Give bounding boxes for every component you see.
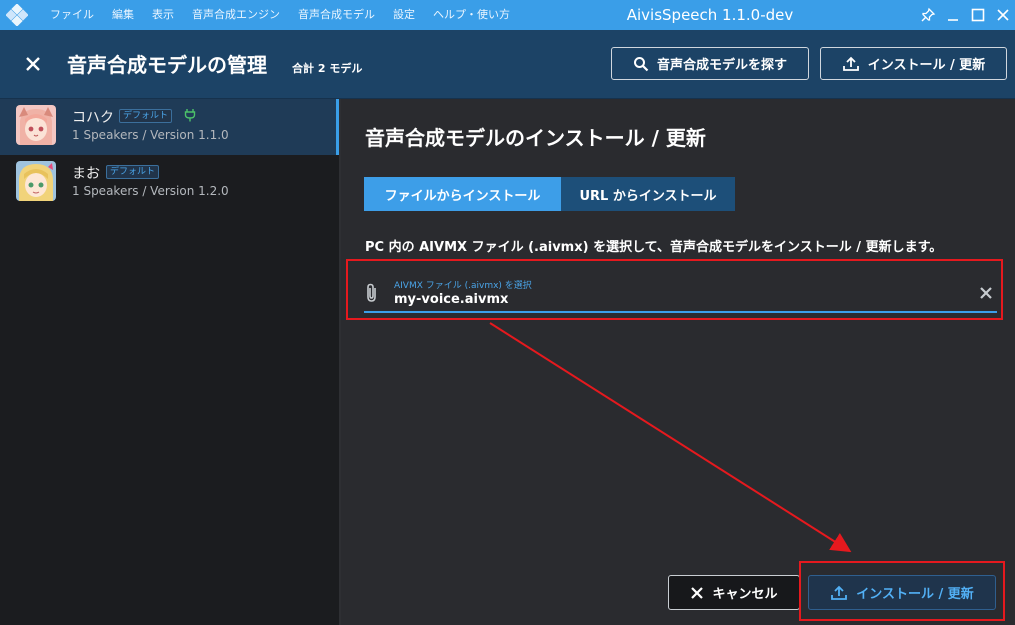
annotation-arrow bbox=[489, 322, 852, 553]
